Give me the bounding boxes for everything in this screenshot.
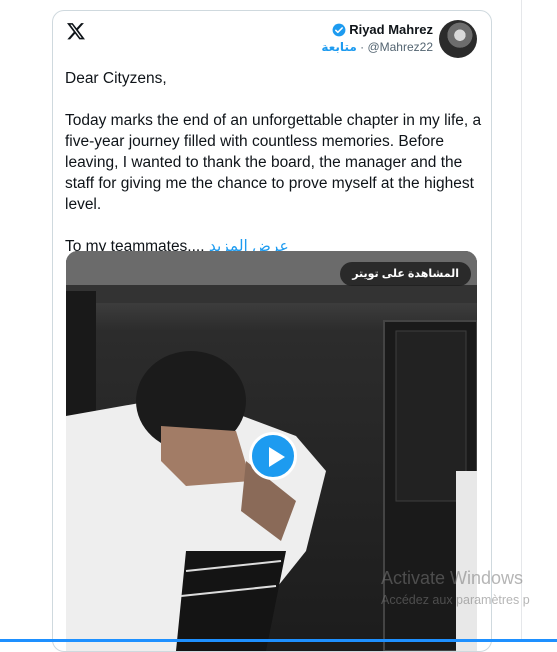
author-handle[interactable]: @Mahrez22 bbox=[367, 40, 433, 54]
separator-dot: · bbox=[360, 40, 365, 54]
tweet-card[interactable]: Riyad Mahrez متابعة · @Mahrez22 Dear Cit… bbox=[52, 10, 492, 652]
author-name-row: Riyad Mahrez bbox=[321, 22, 433, 37]
follow-button[interactable]: متابعة bbox=[321, 40, 356, 54]
watch-on-twitter-badge[interactable]: المشاهدة على تويتر bbox=[340, 262, 471, 286]
avatar[interactable] bbox=[439, 20, 477, 58]
scroll-divider bbox=[521, 0, 522, 642]
author-name[interactable]: Riyad Mahrez bbox=[349, 22, 433, 37]
tweet-text: Dear Cityzens, Today marks the end of an… bbox=[65, 70, 482, 255]
tweet-author[interactable]: Riyad Mahrez متابعة · @Mahrez22 bbox=[321, 20, 477, 62]
author-handle-row: متابعة · @Mahrez22 bbox=[321, 40, 433, 54]
x-logo-icon[interactable] bbox=[66, 21, 86, 41]
watermark-title: Activate Windows bbox=[381, 568, 524, 588]
page-left-gutter bbox=[0, 0, 52, 642]
play-icon[interactable] bbox=[249, 432, 297, 480]
watermark-subtitle: Accédez aux paramètres p bbox=[381, 593, 530, 607]
tweet-body: Dear Cityzens, Today marks the end of an… bbox=[65, 68, 483, 257]
right-scroll-area[interactable] bbox=[523, 0, 557, 642]
windows-activation-watermark: Activate Windows Accédez aux paramètres … bbox=[381, 567, 530, 611]
author-info: Riyad Mahrez متابعة · @Mahrez22 bbox=[321, 22, 433, 54]
verified-badge-icon bbox=[332, 23, 346, 36]
